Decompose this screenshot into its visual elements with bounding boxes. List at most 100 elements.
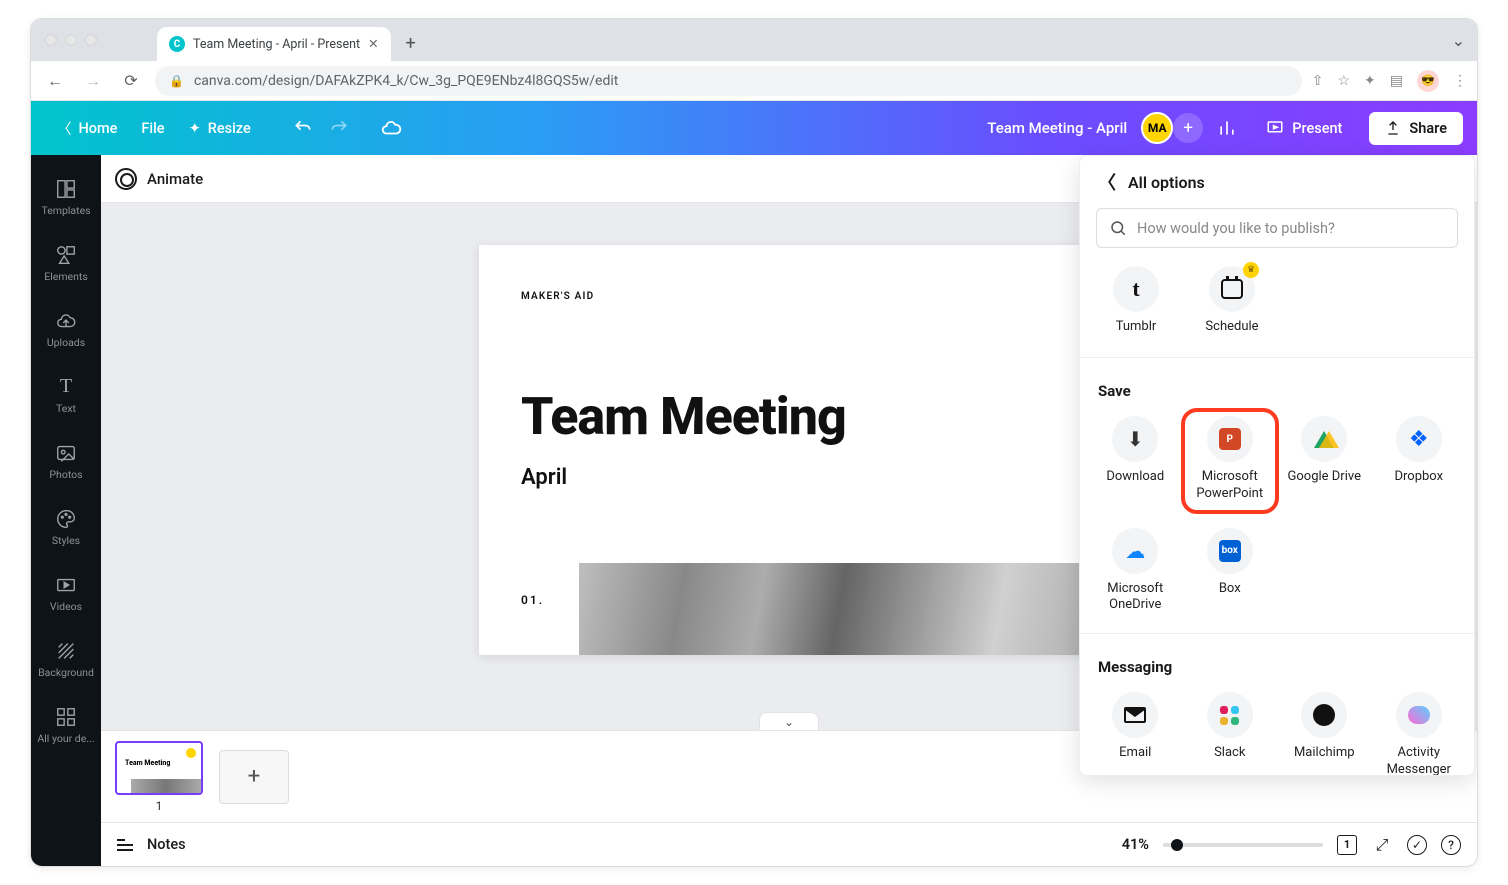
- back-button[interactable]: ←: [41, 67, 69, 95]
- search-icon: [1109, 219, 1127, 237]
- email-icon: [1124, 707, 1146, 723]
- rail-all-designs[interactable]: All your de...: [31, 693, 101, 757]
- add-page-button[interactable]: +: [219, 750, 289, 804]
- share-option-download[interactable]: ⬇ Download: [1088, 410, 1183, 512]
- box-label: Box: [1219, 581, 1241, 597]
- thumbnail-number: 1: [115, 799, 203, 813]
- close-tab-icon[interactable]: ✕: [368, 36, 378, 52]
- share-option-slack[interactable]: Slack: [1183, 686, 1278, 775]
- slide-1[interactable]: MAKER'S AID Team Meeting April 01.: [479, 245, 1099, 655]
- dropbox-icon: ❖: [1409, 427, 1429, 452]
- undo-button[interactable]: [285, 110, 321, 146]
- checkmark-status-icon[interactable]: ✓: [1407, 835, 1427, 855]
- slide-photo: [579, 563, 1099, 655]
- rail-photos-label: Photos: [49, 469, 82, 481]
- share-option-google-drive[interactable]: Google Drive: [1277, 410, 1372, 512]
- present-button[interactable]: Present: [1251, 110, 1357, 146]
- share-option-schedule[interactable]: ♛ Schedule: [1184, 260, 1280, 341]
- close-window-dot[interactable]: [45, 34, 57, 46]
- zoom-window-dot[interactable]: [85, 34, 97, 46]
- user-avatar[interactable]: MA: [1141, 112, 1173, 144]
- cloud-sync-icon[interactable]: [373, 110, 409, 146]
- canva-topbar: 〈 Home File ✦ Resize Team Meeting - Apri…: [31, 101, 1477, 155]
- share-option-activity-messenger[interactable]: Activity Messenger: [1372, 686, 1467, 775]
- share-option-email[interactable]: Email: [1088, 686, 1183, 775]
- expand-pages-handle[interactable]: ⌄: [759, 712, 819, 730]
- cloud-upload-icon: [55, 310, 77, 332]
- palette-icon: [55, 508, 77, 530]
- resize-button[interactable]: ✦ Resize: [177, 113, 263, 144]
- redo-icon: [329, 118, 349, 138]
- rail-elements[interactable]: Elements: [31, 231, 101, 295]
- redo-button: [321, 110, 357, 146]
- slack-label: Slack: [1214, 745, 1245, 761]
- rail-all-label: All your de...: [37, 733, 94, 745]
- rail-videos-label: Videos: [50, 601, 82, 613]
- rail-styles[interactable]: Styles: [31, 495, 101, 559]
- page-count-badge[interactable]: 1: [1337, 835, 1357, 855]
- tumblr-icon: t: [1132, 276, 1139, 302]
- lock-icon: 🔒: [169, 74, 184, 88]
- google-drive-icon: [1314, 431, 1334, 448]
- notes-icon: [117, 839, 133, 851]
- share-search-input[interactable]: How would you like to publish?: [1096, 208, 1458, 248]
- sidepanel-icon[interactable]: ▤: [1390, 73, 1403, 89]
- share-option-mailchimp[interactable]: Mailchimp: [1277, 686, 1372, 775]
- animate-button[interactable]: Animate: [147, 170, 203, 188]
- resize-label: Resize: [208, 120, 251, 137]
- calendar-icon: [1221, 279, 1243, 299]
- sparkle-icon: ✦: [189, 120, 201, 137]
- document-title[interactable]: Team Meeting - April: [987, 119, 1127, 137]
- share-page-icon[interactable]: ⇧: [1312, 73, 1324, 89]
- reload-button[interactable]: ⟳: [117, 67, 145, 95]
- browser-tab[interactable]: C Team Meeting - April - Present ✕: [157, 27, 391, 61]
- share-option-onedrive[interactable]: ☁ Microsoft OneDrive: [1088, 522, 1183, 620]
- share-panel-title: All options: [1128, 173, 1205, 192]
- rail-templates-label: Templates: [41, 205, 90, 217]
- help-button[interactable]: ?: [1441, 835, 1461, 855]
- minimize-window-dot[interactable]: [65, 34, 77, 46]
- bookmark-star-icon[interactable]: ☆: [1337, 73, 1350, 89]
- tabs-overflow-icon[interactable]: ⌄: [1452, 31, 1465, 50]
- undo-icon: [293, 118, 313, 138]
- browser-tab-title: Team Meeting - April - Present: [193, 37, 360, 52]
- gdrive-label: Google Drive: [1288, 469, 1361, 485]
- share-option-dropbox[interactable]: ❖ Dropbox: [1372, 410, 1467, 512]
- rail-uploads-label: Uploads: [47, 337, 85, 349]
- bar-chart-icon: [1217, 118, 1237, 138]
- home-button[interactable]: 〈 Home: [45, 111, 129, 146]
- thumbnail-avatar-dot: [186, 748, 196, 758]
- share-option-box[interactable]: box Box: [1183, 522, 1278, 620]
- file-menu[interactable]: File: [129, 113, 176, 144]
- notes-button[interactable]: Notes: [147, 836, 186, 853]
- rail-templates[interactable]: Templates: [31, 165, 101, 229]
- kebab-menu-icon[interactable]: ⋮: [1453, 73, 1467, 89]
- rail-photos[interactable]: Photos: [31, 429, 101, 493]
- thumbnail-1[interactable]: Team Meeting 1: [115, 741, 203, 813]
- share-option-powerpoint[interactable]: P Microsoft PowerPoint: [1183, 410, 1278, 512]
- rail-videos[interactable]: Videos: [31, 561, 101, 625]
- share-option-tumblr[interactable]: t Tumblr: [1088, 260, 1184, 341]
- share-search-placeholder: How would you like to publish?: [1137, 220, 1335, 237]
- rail-background[interactable]: Background: [31, 627, 101, 691]
- zoom-slider[interactable]: [1163, 843, 1323, 847]
- fullscreen-button[interactable]: ⤢: [1371, 834, 1393, 856]
- editor-footer: Notes 41% 1 ⤢ ✓ ?: [101, 822, 1477, 866]
- address-bar[interactable]: 🔒 canva.com/design/DAFAkZPK4_k/Cw_3g_PQE…: [155, 66, 1302, 96]
- insights-button[interactable]: [1209, 110, 1245, 146]
- extensions-icon[interactable]: ✦: [1364, 73, 1376, 89]
- profile-avatar-icon[interactable]: 😎: [1417, 70, 1439, 92]
- share-button[interactable]: Share: [1369, 112, 1463, 145]
- share-back-button[interactable]: 〈: [1098, 169, 1116, 195]
- thumbnail-photo: [131, 779, 201, 793]
- premium-crown-icon: ♛: [1243, 262, 1259, 278]
- add-collaborator-button[interactable]: +: [1173, 113, 1203, 143]
- new-tab-button[interactable]: +: [397, 29, 425, 57]
- rail-text[interactable]: T Text: [31, 363, 101, 427]
- video-icon: [55, 574, 77, 596]
- rail-uploads[interactable]: Uploads: [31, 297, 101, 361]
- side-rail: Templates Elements Uploads T Text Photos…: [31, 155, 101, 866]
- url-text: canva.com/design/DAFAkZPK4_k/Cw_3g_PQE9E…: [194, 73, 618, 89]
- browser-window: C Team Meeting - April - Present ✕ + ⌄ ←…: [30, 18, 1478, 867]
- slide-subtitle: April: [521, 465, 1043, 490]
